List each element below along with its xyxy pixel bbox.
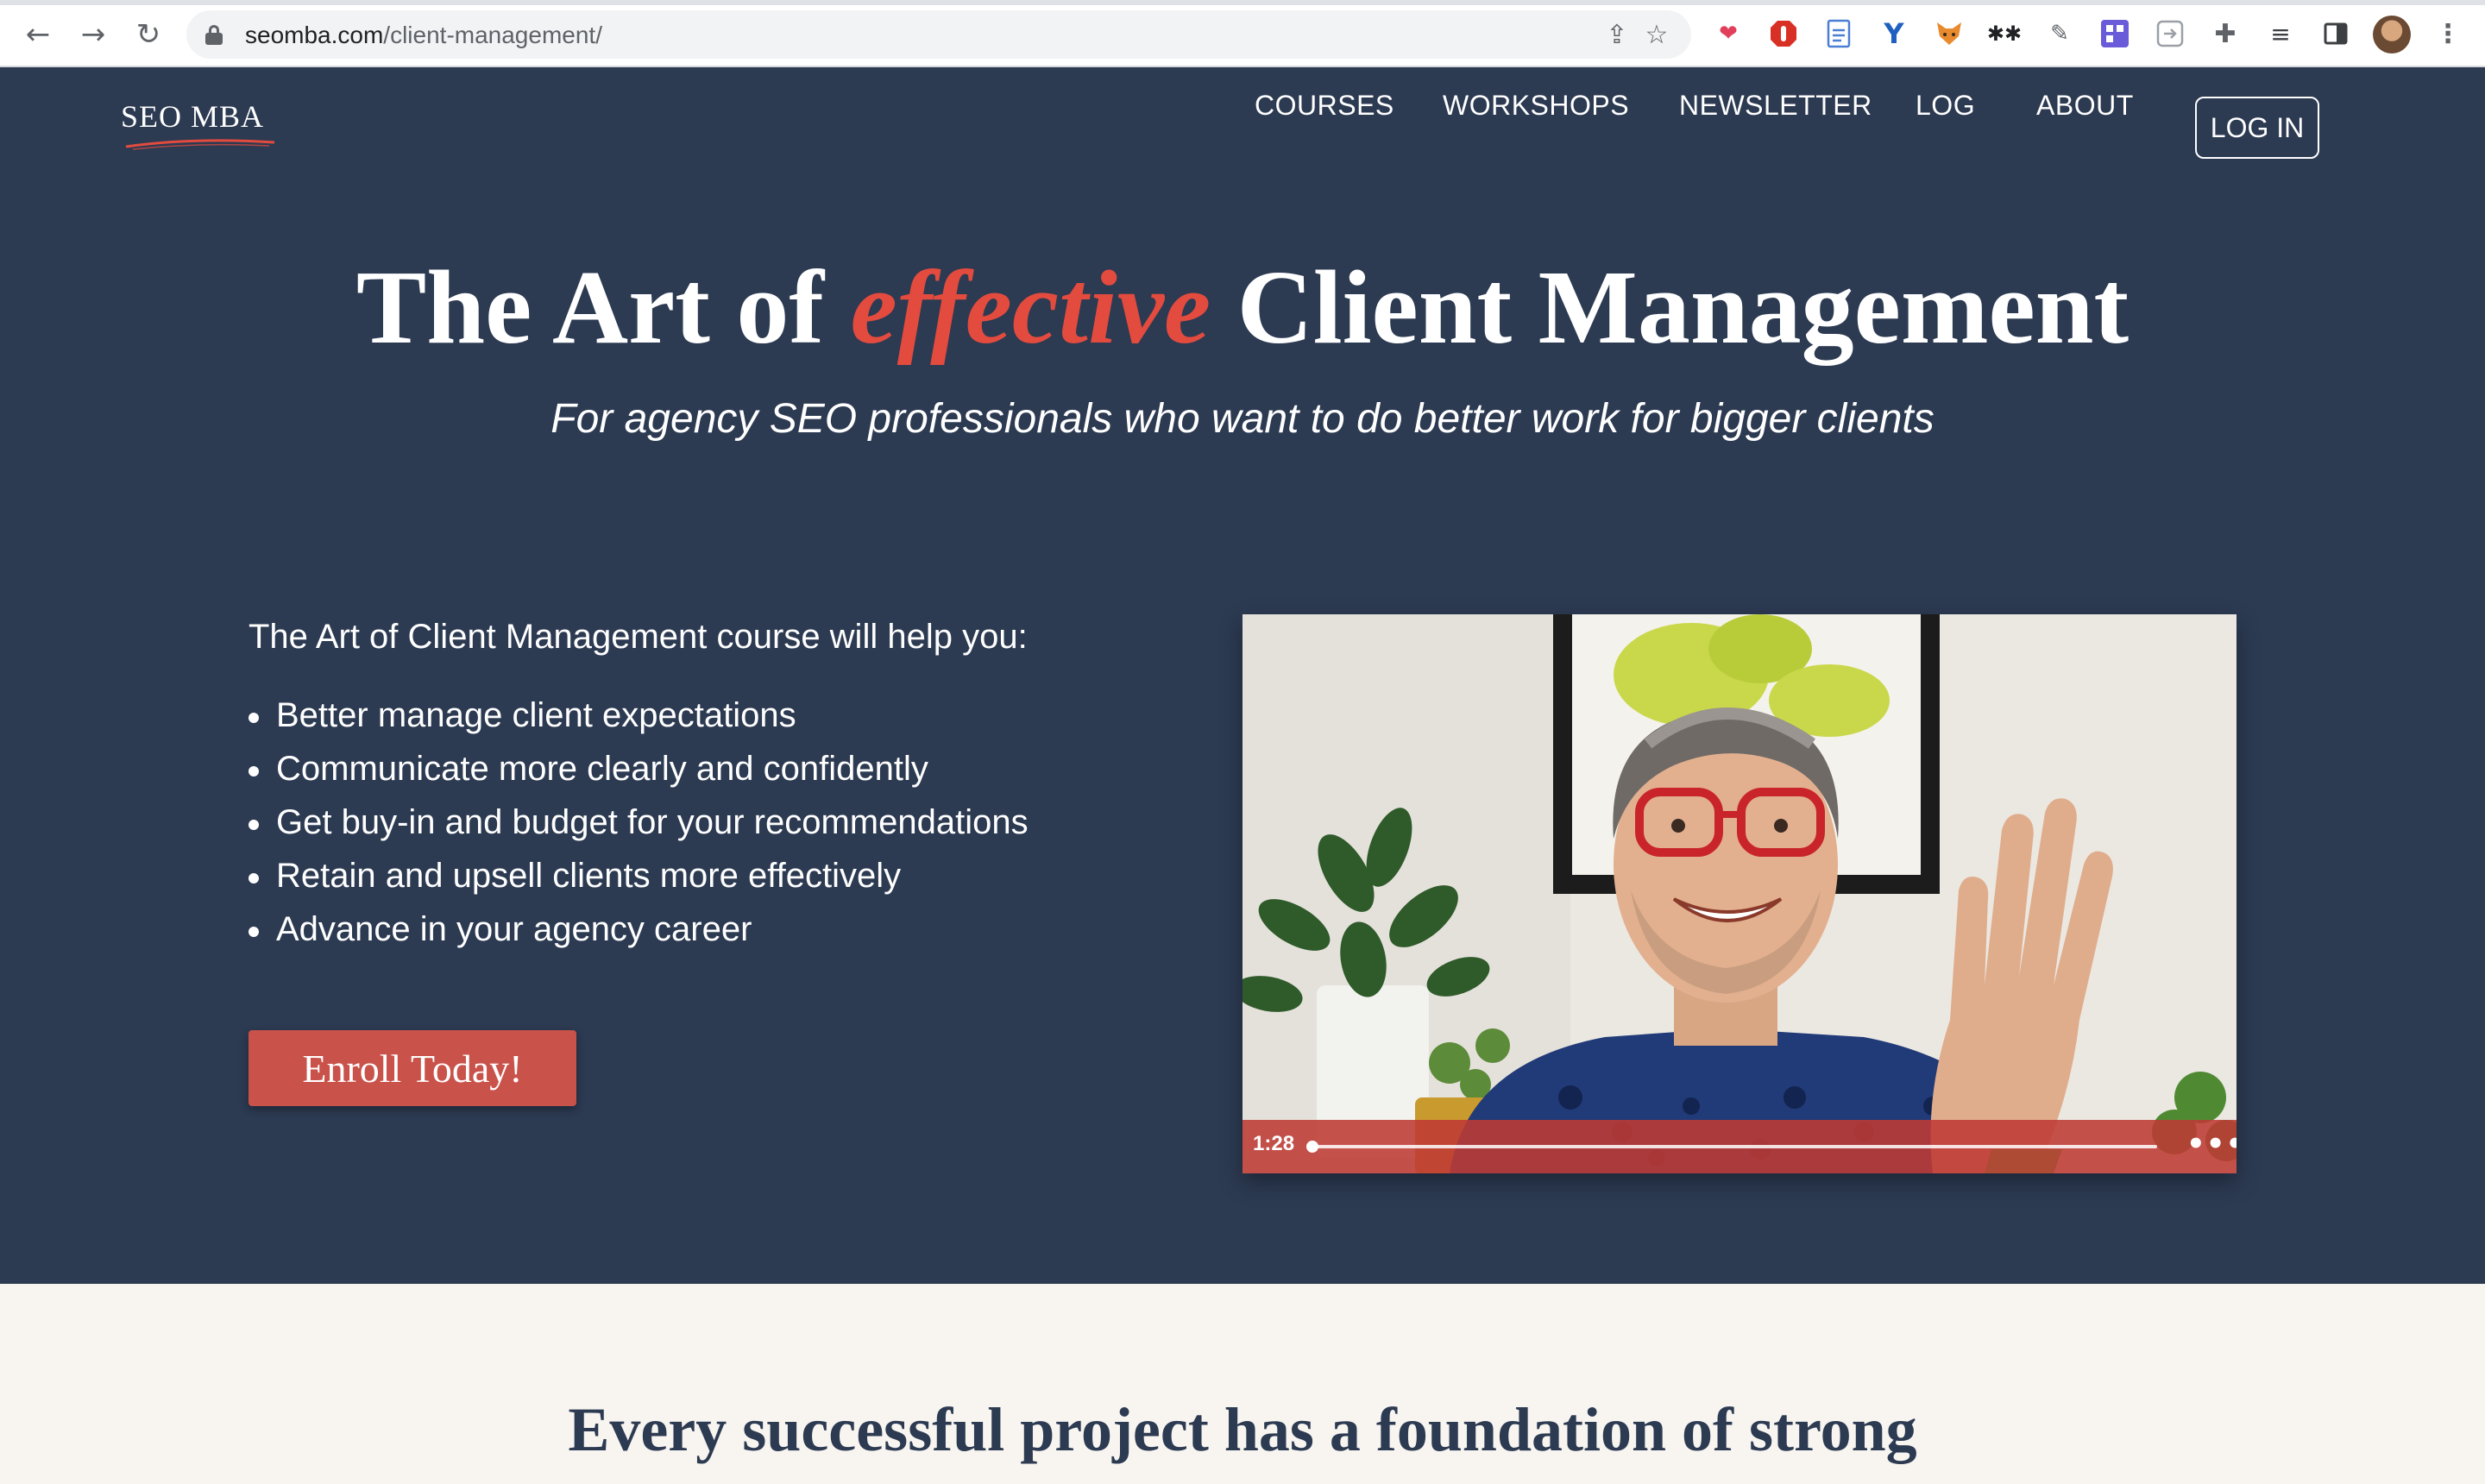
lock-icon[interactable] (205, 25, 223, 45)
page-subtitle: For agency SEO professionals who want to… (550, 396, 1935, 442)
y-extension-icon[interactable]: Y (1878, 17, 1910, 50)
benefits-list: Better manage client expectations Commun… (248, 689, 1029, 956)
pocket-icon[interactable]: ❤ (1712, 17, 1745, 50)
profile-avatar[interactable] (2373, 16, 2411, 53)
media-queue-icon[interactable]: ≡ (2264, 17, 2297, 50)
benefit-item: Advance in your agency career (248, 902, 1029, 956)
ticket-extension-icon[interactable]: ✎ (2043, 17, 2076, 50)
tab-strip-edge (0, 0, 2485, 5)
ublock-icon[interactable] (1767, 17, 1800, 50)
reload-icon: ↻ (135, 17, 161, 52)
hero-section: SEO MBA COURSES WORKSHOPS NEWSLETTER LOG… (0, 67, 2485, 1284)
star-icon[interactable]: ☆ (1641, 19, 1672, 50)
fox-extension-icon[interactable] (1933, 17, 1966, 50)
enroll-button[interactable]: Enroll Today! (248, 1030, 576, 1106)
side-panel-icon[interactable] (2319, 17, 2352, 50)
video-time: 1:28 (1253, 1132, 1295, 1155)
kebab-menu-icon[interactable]: ⋮ (2432, 17, 2464, 50)
nav-about[interactable]: ABOUT (2036, 90, 2134, 122)
more-options-icon[interactable]: ••• (2186, 1127, 2236, 1161)
video-player[interactable]: 1:28 ••• (1242, 614, 2236, 1173)
video-thumbnail[interactable] (1242, 614, 2236, 1173)
puzzle-icon[interactable]: ✚ (2209, 17, 2242, 50)
course-intro: The Art of Client Management course will… (248, 618, 1028, 656)
arrow-left-icon: ← (25, 17, 51, 52)
browser-toolbar: ← → ↻ seomba.com/client-management/ ⇪ ☆ … (0, 0, 2485, 67)
nav-courses[interactable]: COURSES (1255, 90, 1394, 122)
title-after: Client Management (1211, 249, 2130, 366)
benefit-item: Get buy-in and budget for your recommend… (248, 795, 1029, 849)
nav-log[interactable]: LOG (1916, 90, 1975, 122)
forward-button[interactable]: → (74, 16, 112, 53)
video-scrubber[interactable] (1312, 1145, 2157, 1148)
url-host: seomba.com (245, 22, 384, 48)
benefit-item: Communicate more clearly and confidently (248, 742, 1029, 795)
page-title: The Art of effective Client Management (0, 249, 2485, 366)
benefit-item: Retain and upsell clients more effective… (248, 849, 1029, 902)
nav-newsletter[interactable]: NEWSLETTER (1679, 90, 1872, 122)
login-button[interactable]: LOG IN (2195, 97, 2319, 159)
nav-workshops[interactable]: WORKSHOPS (1443, 90, 1629, 122)
back-button[interactable]: ← (19, 16, 57, 53)
foundation-section: Every successful project has a foundatio… (0, 1284, 2485, 1484)
share-icon[interactable]: ⇪ (1601, 19, 1633, 50)
scrubber-handle[interactable] (1306, 1141, 1318, 1153)
url-text[interactable]: seomba.com/client-management/ (245, 22, 602, 49)
asterisk-extension-icon[interactable]: ✱✱ (1987, 17, 2022, 50)
url-path: /client-management/ (383, 22, 602, 48)
docs-icon[interactable] (1822, 17, 1855, 50)
address-bar[interactable]: seomba.com/client-management/ ⇪ ☆ (186, 10, 1691, 59)
site-logo[interactable]: SEO MBA (121, 98, 264, 135)
reload-button[interactable]: ↻ (129, 16, 167, 53)
logo-swoosh-icon (125, 139, 275, 150)
login-arrow-extension-icon[interactable] (2154, 17, 2186, 50)
benefit-item: Better manage client expectations (248, 689, 1029, 742)
title-accent: effective (850, 249, 1211, 366)
title-before: The Art of (355, 249, 851, 366)
section-heading: Every successful project has a foundatio… (568, 1395, 1917, 1464)
arrow-right-icon: → (80, 17, 106, 52)
video-controls: 1:28 ••• (1242, 1120, 2236, 1173)
grid-extension-icon[interactable] (2098, 17, 2131, 50)
